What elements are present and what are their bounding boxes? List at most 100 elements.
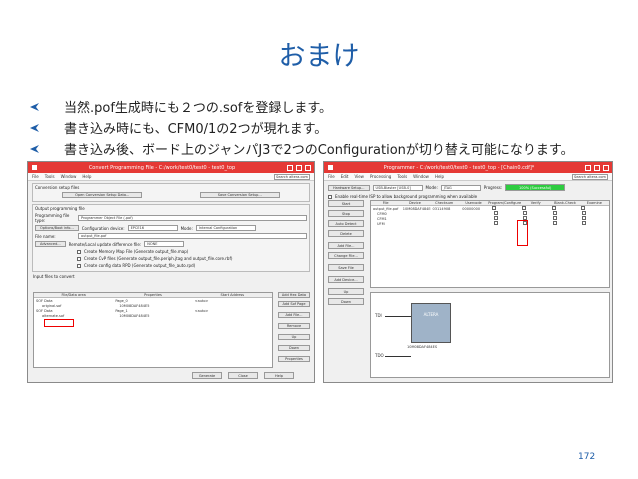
menu-help[interactable]: Help xyxy=(82,174,91,179)
title-bar: Convert Programming File - C:/work/test0… xyxy=(28,162,314,173)
column-header[interactable]: Properties xyxy=(113,293,192,297)
add-hex-data-button[interactable]: Add Hex Data xyxy=(278,292,310,298)
column-header[interactable]: Checksum xyxy=(430,201,459,205)
window-title: Programmer - C:/work/test0/test0 - test0… xyxy=(383,164,535,171)
blank-check-checkbox[interactable] xyxy=(552,216,557,220)
save-setup-button[interactable]: Save Conversion Setup... xyxy=(199,192,280,198)
prog-type-select[interactable]: Programmer Object File (.pof) xyxy=(78,215,307,221)
column-header[interactable]: Start Address xyxy=(193,293,272,297)
maximize-button[interactable] xyxy=(296,164,302,171)
checkbox-cvp[interactable] xyxy=(77,256,81,261)
output-file-group: Output programming file Programming file… xyxy=(32,204,310,272)
tdo-label: TDO xyxy=(375,353,384,358)
examine-checkbox[interactable] xyxy=(581,221,586,225)
bullet-item: 書き込み後、ボード上のジャンパJ3で2つのConfigurationが切り替え可… xyxy=(28,138,574,159)
up-button[interactable]: Up xyxy=(328,288,364,295)
checkbox-rpd[interactable] xyxy=(77,263,81,268)
remove-button[interactable]: Remove xyxy=(278,323,310,329)
column-header[interactable]: Examine xyxy=(580,201,609,205)
close-button[interactable] xyxy=(305,164,311,171)
blank-check-checkbox[interactable] xyxy=(552,211,557,215)
cell: CFM1 xyxy=(377,216,387,221)
menu-file[interactable]: File xyxy=(32,174,39,179)
maximize-button[interactable] xyxy=(594,164,600,171)
options-button[interactable]: Options/Boot info... xyxy=(35,225,79,231)
tdi-label: TDI xyxy=(375,313,382,318)
input-files-label: Input files to convert xyxy=(33,274,75,279)
table-row[interactable]: UFM xyxy=(371,221,609,226)
cell: 00000000 xyxy=(462,206,481,211)
minimize-button[interactable] xyxy=(287,164,293,171)
up-button[interactable]: Up xyxy=(278,334,310,340)
properties-button[interactable]: Properties xyxy=(278,356,310,362)
verify-checkbox[interactable] xyxy=(521,206,526,210)
advanced-button[interactable]: Advanced... xyxy=(35,241,66,247)
menu-processing[interactable]: Processing xyxy=(370,174,391,179)
delete-button[interactable]: Delete xyxy=(328,230,364,237)
blank-check-checkbox[interactable] xyxy=(552,221,557,225)
menu-window[interactable]: Window xyxy=(61,174,77,179)
program-checkbox[interactable] xyxy=(494,211,498,215)
cell: UFM xyxy=(377,221,385,226)
change-file-button[interactable]: Change File... xyxy=(328,252,364,259)
help-button[interactable]: Help xyxy=(264,372,294,379)
save-file-button[interactable]: Save File xyxy=(328,264,364,271)
cell: output_file.pof xyxy=(373,206,399,211)
add-sof-page-button[interactable]: Add Sof Page xyxy=(278,301,310,307)
table-row[interactable]: SOF Data Page_0 <auto> xyxy=(34,298,272,303)
verify-checkbox[interactable] xyxy=(523,211,528,215)
start-button[interactable]: Start xyxy=(328,200,364,207)
bullet-arrow-icon xyxy=(28,123,46,133)
menu-file[interactable]: File xyxy=(328,174,335,179)
blank-check-checkbox[interactable] xyxy=(551,206,556,210)
mode-select[interactable]: JTAG xyxy=(440,184,481,191)
menu-edit[interactable]: Edit xyxy=(341,174,349,179)
column-header[interactable]: Device xyxy=(400,201,429,205)
auto-detect-button[interactable]: Auto Detect xyxy=(328,220,364,227)
examine-checkbox[interactable] xyxy=(581,216,586,220)
menu-tools[interactable]: Tools xyxy=(397,174,407,179)
close-dialog-button[interactable]: Close xyxy=(228,372,258,379)
examine-checkbox[interactable] xyxy=(581,211,586,215)
column-header[interactable]: Blank-Check xyxy=(550,201,579,205)
examine-checkbox[interactable] xyxy=(581,206,586,210)
column-header[interactable]: File xyxy=(371,201,400,205)
bullet-list: 当然.pof生成時にも２つの.sofを登録します。 書き込み時にも、CFM0/1… xyxy=(28,96,574,159)
close-button[interactable] xyxy=(603,164,609,171)
generate-button[interactable]: Generate xyxy=(192,372,222,379)
program-checkbox[interactable] xyxy=(494,216,498,220)
stop-button[interactable]: Stop xyxy=(328,210,364,217)
program-checkbox[interactable] xyxy=(492,206,496,210)
file-name-input[interactable]: output_file.pof xyxy=(78,233,307,239)
add-file-button[interactable]: Add File... xyxy=(328,242,364,249)
remote-select[interactable]: NONE xyxy=(144,241,185,247)
column-header[interactable]: Verify xyxy=(521,201,550,205)
minimize-button[interactable] xyxy=(585,164,591,171)
chip-icon[interactable]: ALTERA xyxy=(411,303,451,343)
mode-select[interactable]: Internal Configuration xyxy=(195,225,256,231)
search-input[interactable]: Search altera.com xyxy=(274,173,310,180)
checkbox-memory-map[interactable] xyxy=(77,249,81,254)
menu-tools[interactable]: Tools xyxy=(45,174,55,179)
down-button[interactable]: Down xyxy=(278,345,310,351)
add-device-button[interactable]: Add Device... xyxy=(328,276,364,283)
conversion-setup-group: Conversion setup files Open Conversion S… xyxy=(32,183,310,202)
column-header[interactable]: Usercode xyxy=(459,201,488,205)
bullet-item: 書き込み時にも、CFM0/1の2つが現れます。 xyxy=(28,117,574,138)
table-row[interactable]: alternate.sof 10M08DAF484E5 xyxy=(34,313,272,318)
table-row[interactable]: SOF Data Page_1 <auto> xyxy=(34,308,272,313)
menu-help[interactable]: Help xyxy=(435,174,444,179)
chip-label: ALTERA xyxy=(423,312,439,317)
menu-view[interactable]: View xyxy=(354,174,364,179)
menu-window[interactable]: Window xyxy=(413,174,429,179)
add-file-button[interactable]: Add File... xyxy=(278,312,310,318)
realtime-isp-checkbox[interactable] xyxy=(328,194,332,199)
column-header[interactable]: Program/Configure xyxy=(488,201,521,205)
config-device-select[interactable]: EPCE16 xyxy=(127,225,178,231)
program-checkbox[interactable] xyxy=(494,221,498,225)
hardware-setup-button[interactable]: Hardware Setup... xyxy=(328,184,370,191)
search-input[interactable]: Search altera.com xyxy=(572,173,608,180)
down-button[interactable]: Down xyxy=(328,298,364,305)
open-setup-button[interactable]: Open Conversion Setup Data... xyxy=(62,192,143,198)
column-header[interactable]: File/Data area xyxy=(34,293,113,297)
